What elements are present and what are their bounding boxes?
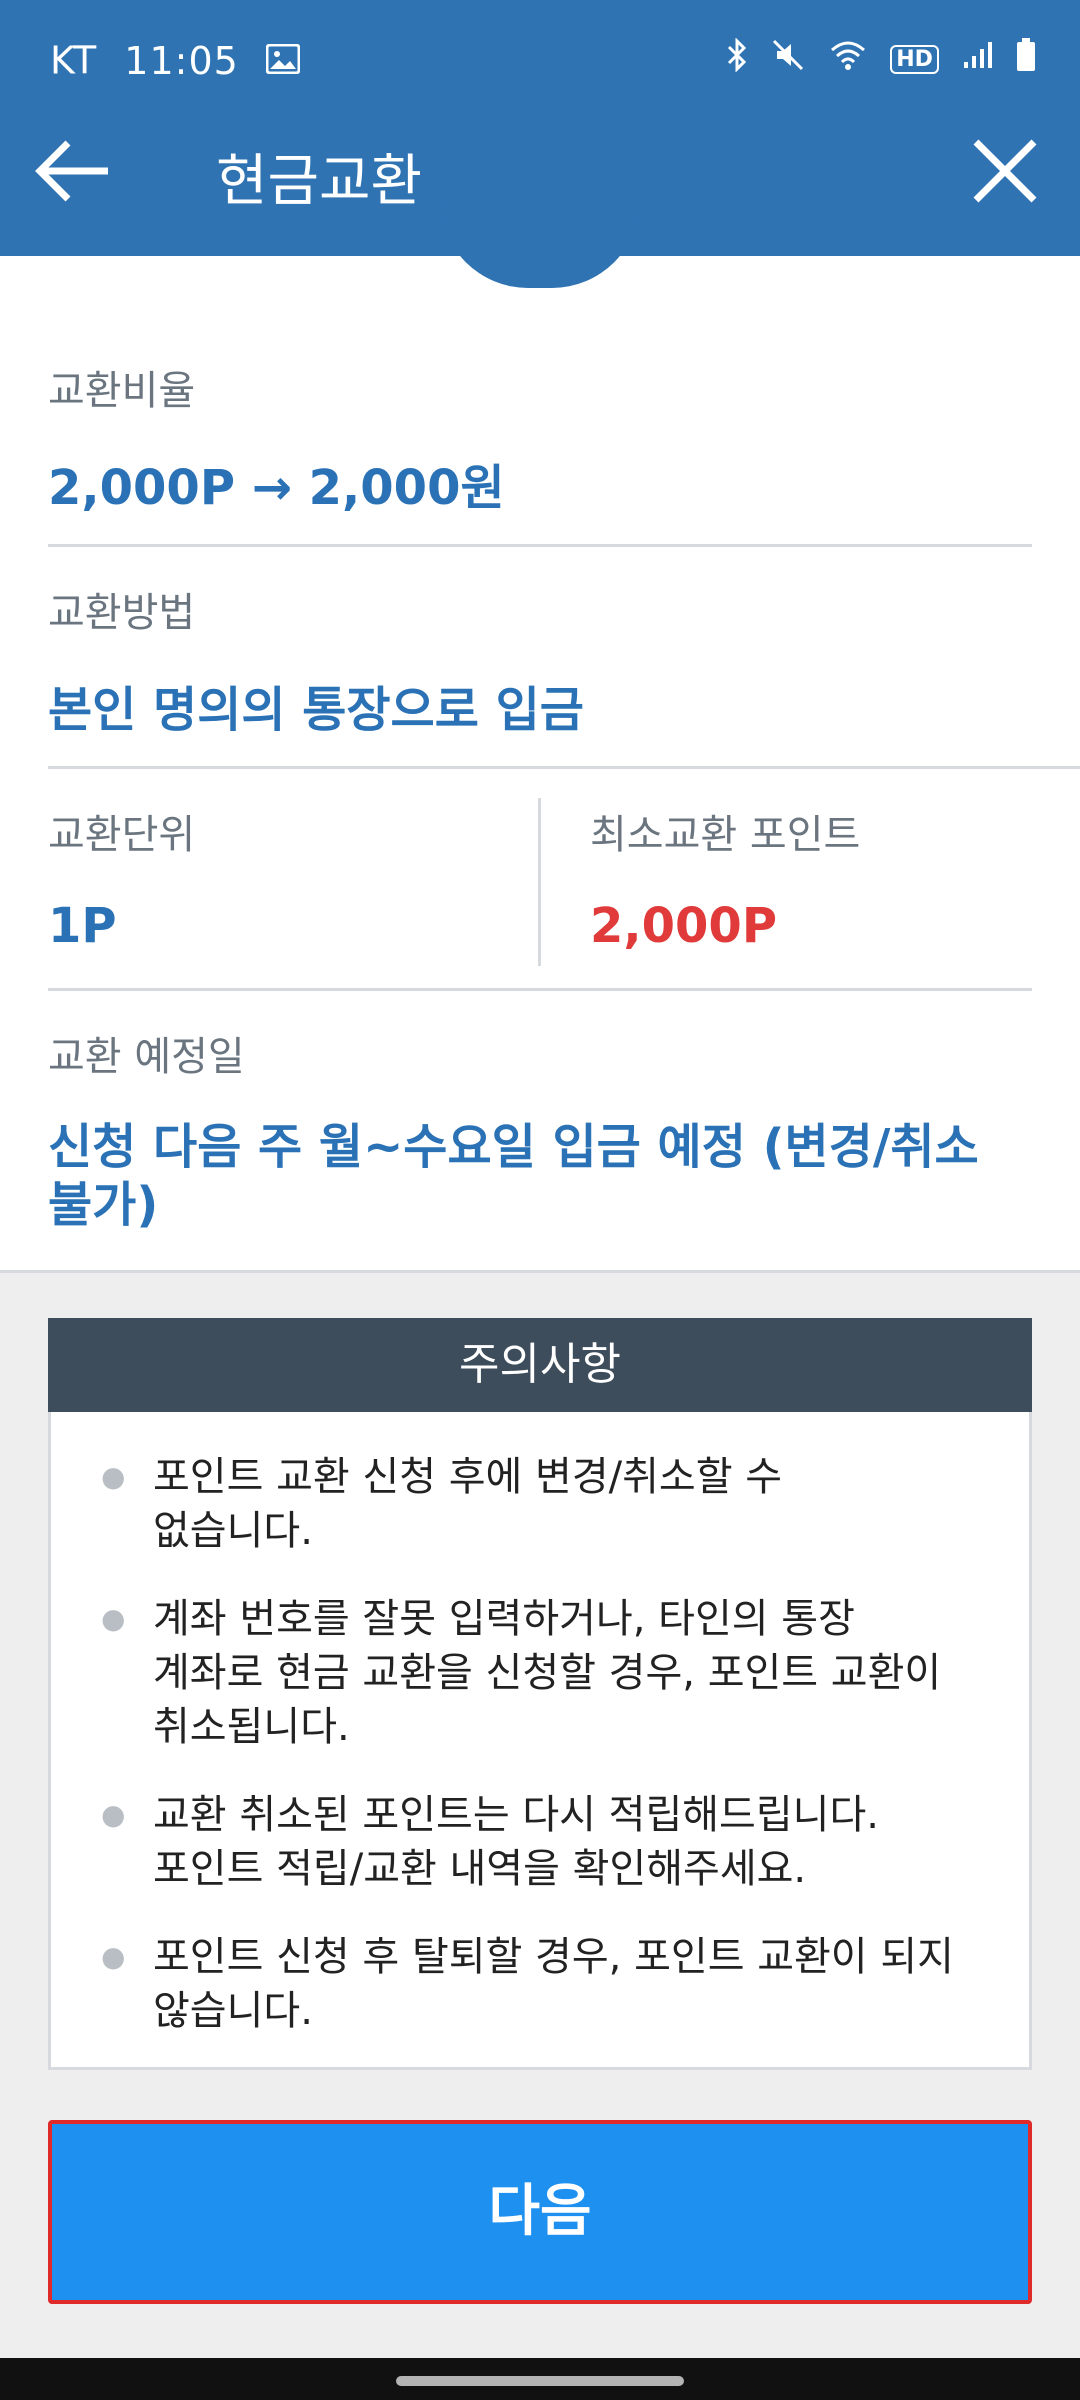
- notice-item: ● 교환 취소된 포인트는 다시 적립해드립니다. 포인트 적립/교환 내역을 …: [101, 1788, 999, 1896]
- bluetooth-icon: [726, 37, 758, 80]
- status-left: KT 11:05: [50, 36, 301, 83]
- hd-icon: HD: [890, 44, 939, 74]
- notice-item: ● 계좌 번호를 잘못 입력하거나, 타인의 통장 계좌로 현금 교환을 신청할…: [101, 1592, 999, 1754]
- back-button[interactable]: [30, 126, 120, 216]
- page-title: 현금교환: [216, 149, 423, 214]
- status-bar: KT 11:05 HD: [0, 0, 1080, 88]
- wifi-icon: [829, 41, 877, 79]
- system-nav-bar: [0, 2358, 1080, 2400]
- mute-icon: [771, 39, 815, 80]
- notice-item: ● 포인트 교환 신청 후에 변경/취소할 수 없습니다.: [101, 1450, 999, 1558]
- notice-title: 주의사항: [48, 1318, 1032, 1412]
- rate-value: 2,000P → 2,000원: [48, 460, 505, 516]
- clock-time: 11:05: [124, 38, 239, 83]
- notice-item: ● 포인트 신청 후 탈퇴할 경우, 포인트 교환이 되지 않습니다.: [101, 1930, 999, 2038]
- bullet-icon: ●: [101, 1460, 126, 1493]
- date-section: 교환 예정일 신청 다음 주 월~수요일 입금 예정 (변경/취소 불가): [48, 1024, 1032, 1234]
- date-label: 교환 예정일: [48, 1034, 245, 1080]
- date-value: 신청 다음 주 월~수요일 입금 예정 (변경/취소 불가): [48, 1118, 1032, 1234]
- signal-icon: [962, 42, 1002, 78]
- close-button[interactable]: [960, 126, 1050, 216]
- vertical-divider: [538, 798, 541, 966]
- notice-line: 없습니다.: [153, 1508, 313, 1554]
- next-button[interactable]: 다음: [48, 2120, 1032, 2304]
- notice-line: 않습니다.: [153, 1988, 313, 2034]
- carrier-label: KT: [50, 38, 98, 83]
- min-points-section: 최소교환 포인트 2,000P: [590, 802, 1030, 954]
- battery-icon: [1016, 38, 1036, 80]
- divider: [48, 766, 1080, 769]
- close-icon: [973, 139, 1037, 203]
- unit-label: 교환단위: [48, 812, 196, 858]
- unit-section: 교환단위 1P: [48, 802, 528, 954]
- header-arc-decoration: [440, 200, 640, 288]
- rate-label: 교환비율: [48, 368, 196, 414]
- method-value: 본인 명의의 통장으로 입금: [48, 682, 584, 738]
- notice-line: 포인트 신청 후 탈퇴할 경우, 포인트 교환이 되지: [153, 1934, 954, 1980]
- bullet-icon: ●: [101, 1940, 126, 1973]
- status-right: HD: [712, 37, 1036, 80]
- divider: [48, 544, 1032, 547]
- bullet-icon: ●: [101, 1798, 126, 1831]
- notice-box: 주의사항 ● 포인트 교환 신청 후에 변경/취소할 수 없습니다. ● 계좌 …: [48, 1318, 1032, 2070]
- notice-list: ● 포인트 교환 신청 후에 변경/취소할 수 없습니다. ● 계좌 번호를 잘…: [51, 1412, 1029, 2038]
- back-arrow-icon: [35, 140, 108, 202]
- min-points-value: 2,000P: [590, 898, 778, 954]
- gallery-icon: [265, 39, 301, 83]
- unit-value: 1P: [48, 898, 117, 954]
- notice-line: 계좌 번호를 잘못 입력하거나, 타인의 통장: [153, 1596, 855, 1642]
- rate-section: 교환비율 2,000P → 2,000원: [48, 358, 1032, 518]
- min-points-label: 최소교환 포인트: [590, 812, 861, 858]
- bullet-icon: ●: [101, 1602, 126, 1635]
- notice-line: 포인트 교환 신청 후에 변경/취소할 수: [153, 1454, 783, 1500]
- divider: [48, 988, 1032, 991]
- date-value-line: 신청 다음 주 월~수요일 입금 예정 (변경/취소: [48, 1119, 979, 1175]
- notice-line: 계좌로 현금 교환을 신청할 경우, 포인트 교환이: [153, 1650, 942, 1696]
- notice-line: 교환 취소된 포인트는 다시 적립해드립니다.: [153, 1792, 879, 1838]
- home-handle[interactable]: [396, 2376, 684, 2386]
- method-label: 교환방법: [48, 590, 196, 636]
- notice-line: 포인트 적립/교환 내역을 확인해주세요.: [153, 1846, 807, 1892]
- notice-line: 취소됩니다.: [153, 1704, 350, 1750]
- date-value-line: 불가): [48, 1177, 159, 1233]
- method-section: 교환방법 본인 명의의 통장으로 입금: [48, 580, 1032, 740]
